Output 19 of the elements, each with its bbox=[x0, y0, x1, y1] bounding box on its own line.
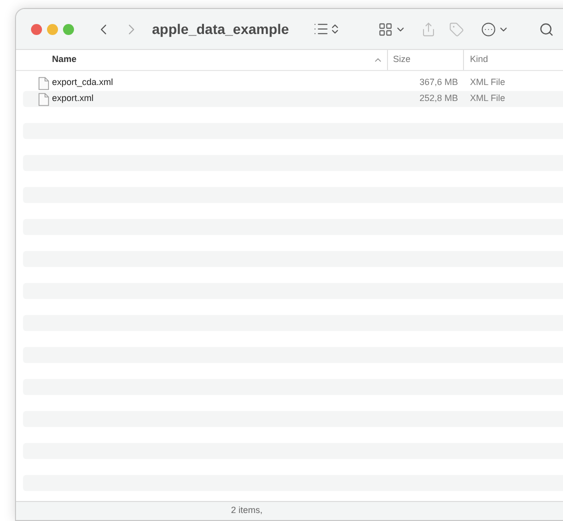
grid-icon[interactable] bbox=[378, 22, 393, 36]
file-kind: XML File bbox=[470, 76, 506, 90]
document-icon bbox=[38, 76, 49, 90]
document-icon bbox=[38, 92, 49, 106]
window-title: apple_data_example bbox=[152, 20, 289, 39]
file-row[interactable]: export_cda.xml 367,6 MB XML File bbox=[23, 75, 563, 91]
column-heading[interactable]: Name bbox=[16, 50, 387, 70]
file-name: export.xml bbox=[52, 92, 95, 106]
file-kind: XML File bbox=[470, 92, 506, 106]
file-size: 367,6 MB bbox=[418, 76, 458, 90]
status-text: 2 items, bbox=[231, 504, 263, 518]
column-heading[interactable]: Size bbox=[387, 50, 463, 70]
file-row[interactable]: export.xml 252,8 MB XML File bbox=[23, 91, 563, 107]
more-icon[interactable] bbox=[480, 22, 496, 36]
search-icon[interactable] bbox=[538, 22, 554, 36]
column-heading[interactable]: Kind bbox=[463, 50, 563, 70]
close-button[interactable] bbox=[31, 24, 42, 34]
file-size: 252,8 MB bbox=[418, 92, 458, 106]
file-name: export_cda.xml bbox=[52, 76, 114, 90]
